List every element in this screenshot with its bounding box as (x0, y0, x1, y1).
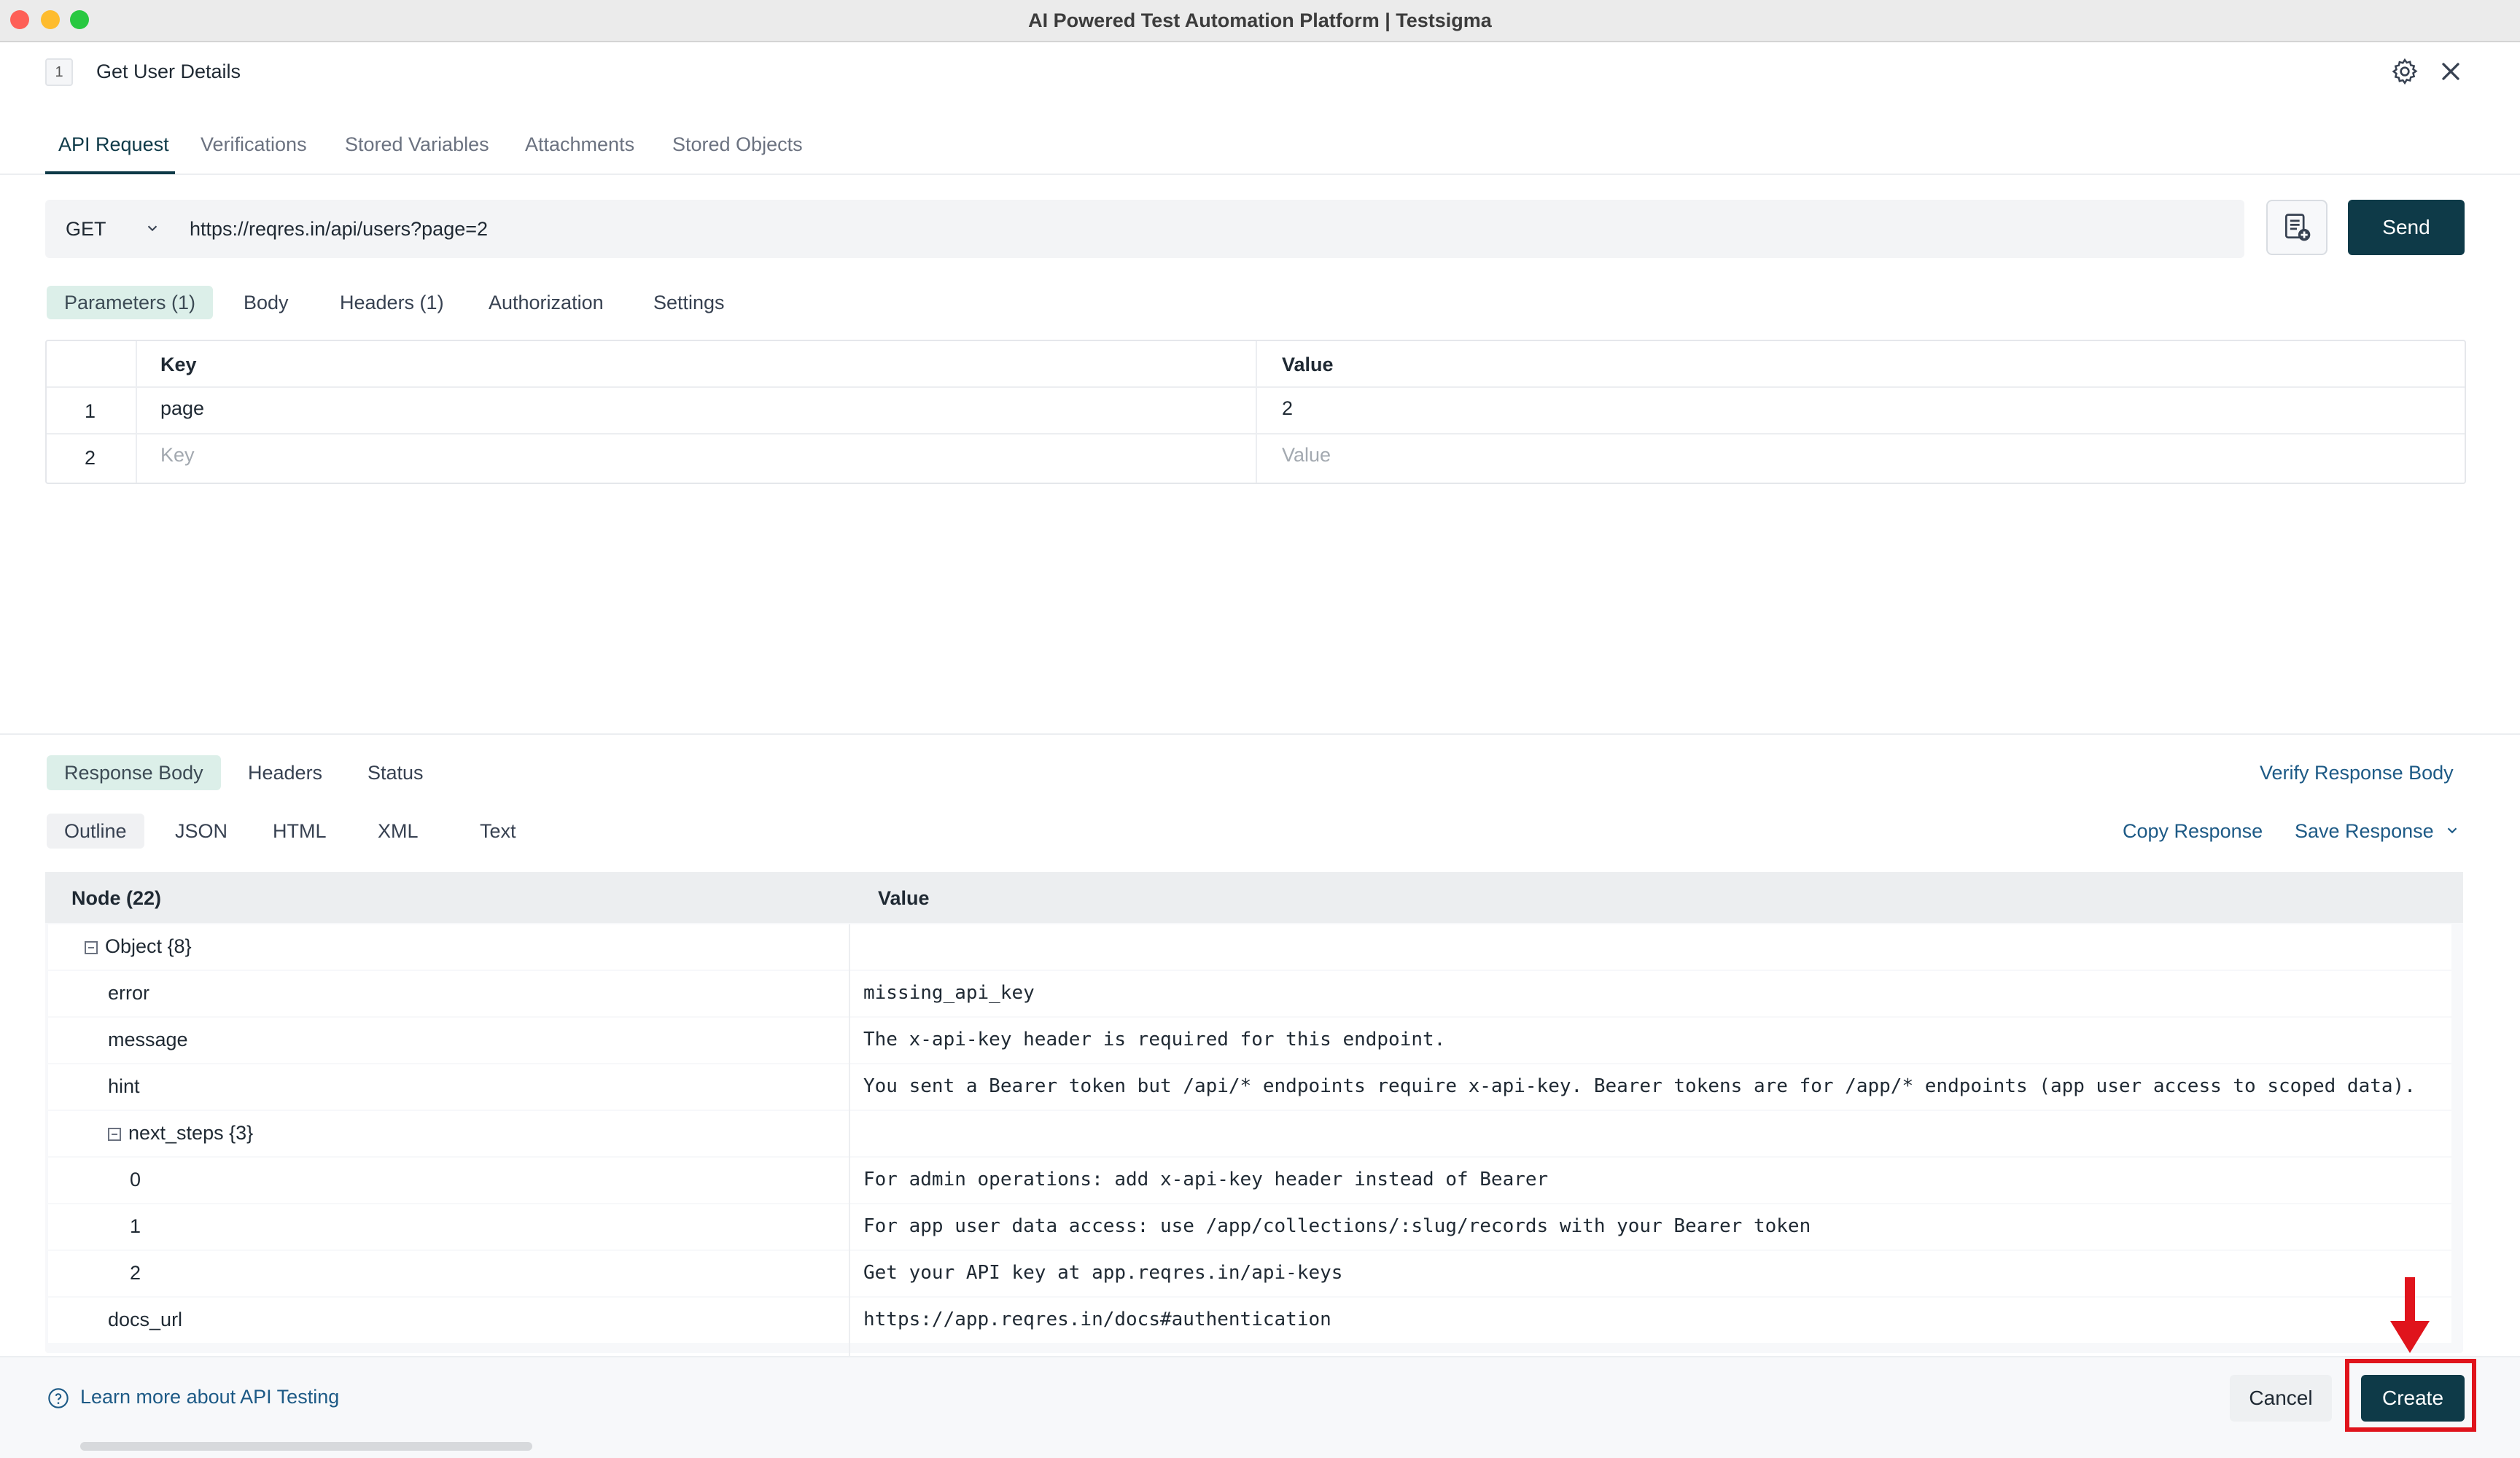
tab-stored-variables[interactable]: Stored Variables (345, 131, 489, 157)
tab-body[interactable]: Body (226, 286, 306, 319)
tab-stored-objects[interactable]: Stored Objects (672, 131, 803, 157)
step-number-badge: 1 (45, 58, 73, 86)
param-key-placeholder[interactable]: Key (160, 442, 195, 468)
tree-node-value: For app user data access: use /app/colle… (863, 1215, 1811, 1237)
table-row[interactable]: 2 Get your API key at app.reqres.in/api-… (48, 1251, 2451, 1296)
create-highlight-box (2345, 1359, 2476, 1432)
tree-node-value: missing_api_key (863, 982, 1035, 1004)
tree-node-key: 2 (130, 1262, 141, 1284)
tree-node-key: 0 (130, 1169, 141, 1190)
tab-parameters[interactable]: Parameters (1) (47, 286, 214, 319)
param-key-field[interactable]: page (160, 395, 204, 421)
arrow-down-icon (2390, 1277, 2430, 1353)
tab-response-body[interactable]: Response Body (47, 755, 221, 790)
save-response-link[interactable]: Save Response (2295, 818, 2434, 844)
column-header-value: Value (1282, 354, 1334, 375)
close-icon[interactable] (2436, 57, 2465, 86)
tab-settings[interactable]: Settings (636, 286, 742, 319)
table-row[interactable]: next_steps {3} (48, 1111, 2451, 1156)
tree-node-key: hint (108, 1075, 140, 1097)
param-value-field[interactable]: 2 (1282, 395, 1293, 421)
format-tab-outline[interactable]: Outline (47, 814, 144, 849)
tree-node-value: The x-api-key header is required for thi… (863, 1029, 1446, 1050)
chevron-down-icon[interactable] (144, 220, 160, 236)
window-titlebar: AI Powered Test Automation Platform | Te… (0, 0, 2520, 42)
tabs-divider (0, 174, 2520, 175)
column-header-node: Node (22) (71, 887, 162, 909)
table-row[interactable]: 1 For app user data access: use /app/col… (48, 1204, 2451, 1250)
table-row[interactable]: error missing_api_key (48, 971, 2451, 1016)
tree-node-value: For admin operations: add x-api-key head… (863, 1169, 1549, 1190)
verify-response-body-link[interactable]: Verify Response Body (2260, 760, 2454, 786)
row-number: 2 (85, 447, 96, 469)
tab-headers[interactable]: Headers (1) (322, 286, 462, 319)
tree-node-value: https://app.reqres.in/docs#authenticatio… (863, 1309, 1331, 1330)
tree-node: Object {8} (85, 933, 192, 959)
tree-node-key: error (108, 982, 150, 1004)
response-grid-header (45, 872, 2463, 923)
table-row[interactable]: message The x-api-key header is required… (48, 1018, 2451, 1063)
parameters-table: Key Value 1 page 2 2 Key Value (45, 340, 2466, 484)
window-title: AI Powered Test Automation Platform | Te… (1028, 9, 1492, 31)
column-divider (849, 924, 850, 1356)
gear-icon[interactable] (2390, 57, 2419, 86)
tree-node-key: 1 (130, 1215, 141, 1237)
tab-api-request[interactable]: API Request (58, 131, 169, 157)
table-row[interactable]: docs_url https://app.reqres.in/docs#auth… (48, 1298, 2451, 1343)
tree-node-value: Get your API key at app.reqres.in/api-ke… (863, 1262, 1343, 1284)
learn-more-link[interactable]: Learn more about API Testing (80, 1384, 339, 1410)
tab-response-status[interactable]: Status (350, 755, 441, 790)
tree-node-value: You sent a Bearer token but /api/* endpo… (863, 1075, 2416, 1097)
chevron-down-icon[interactable] (2444, 822, 2460, 838)
tree-node: next_steps {3} (108, 1120, 253, 1146)
collapse-icon[interactable] (108, 1127, 121, 1141)
tree-node-key: docs_url (108, 1309, 183, 1330)
param-value-placeholder[interactable]: Value (1282, 442, 1331, 468)
add-document-button[interactable] (2266, 200, 2328, 255)
tab-authorization[interactable]: Authorization (471, 286, 621, 319)
step-title: Get User Details (96, 61, 241, 82)
collapse-icon[interactable] (85, 940, 98, 954)
tab-attachments[interactable]: Attachments (525, 131, 634, 157)
column-header-value: Value (878, 887, 930, 909)
send-button[interactable]: Send (2348, 200, 2465, 255)
format-tab-html[interactable]: HTML (255, 814, 344, 849)
column-header-key: Key (160, 354, 197, 375)
tab-response-headers[interactable]: Headers (230, 755, 340, 790)
document-add-icon (2284, 214, 2311, 241)
table-row[interactable]: Object {8} (48, 924, 2451, 970)
section-divider (0, 733, 2520, 735)
copy-response-link[interactable]: Copy Response (2123, 818, 2263, 844)
table-row[interactable]: hint You sent a Bearer token but /api/* … (48, 1064, 2451, 1110)
horizontal-scrollbar[interactable] (80, 1442, 532, 1451)
http-method-select[interactable]: GET (66, 216, 106, 242)
url-input[interactable]: https://reqres.in/api/users?page=2 (190, 216, 488, 242)
format-tab-text[interactable]: Text (462, 814, 534, 849)
format-tab-xml[interactable]: XML (360, 814, 436, 849)
help-circle-icon (48, 1388, 69, 1408)
row-number: 1 (85, 400, 96, 422)
table-row[interactable]: 0 For admin operations: add x-api-key he… (48, 1158, 2451, 1203)
tab-verifications[interactable]: Verifications (201, 131, 307, 157)
cancel-button[interactable]: Cancel (2230, 1375, 2332, 1422)
active-tab-indicator (45, 171, 175, 174)
format-tab-json[interactable]: JSON (158, 814, 245, 849)
tree-node-key: message (108, 1029, 188, 1050)
